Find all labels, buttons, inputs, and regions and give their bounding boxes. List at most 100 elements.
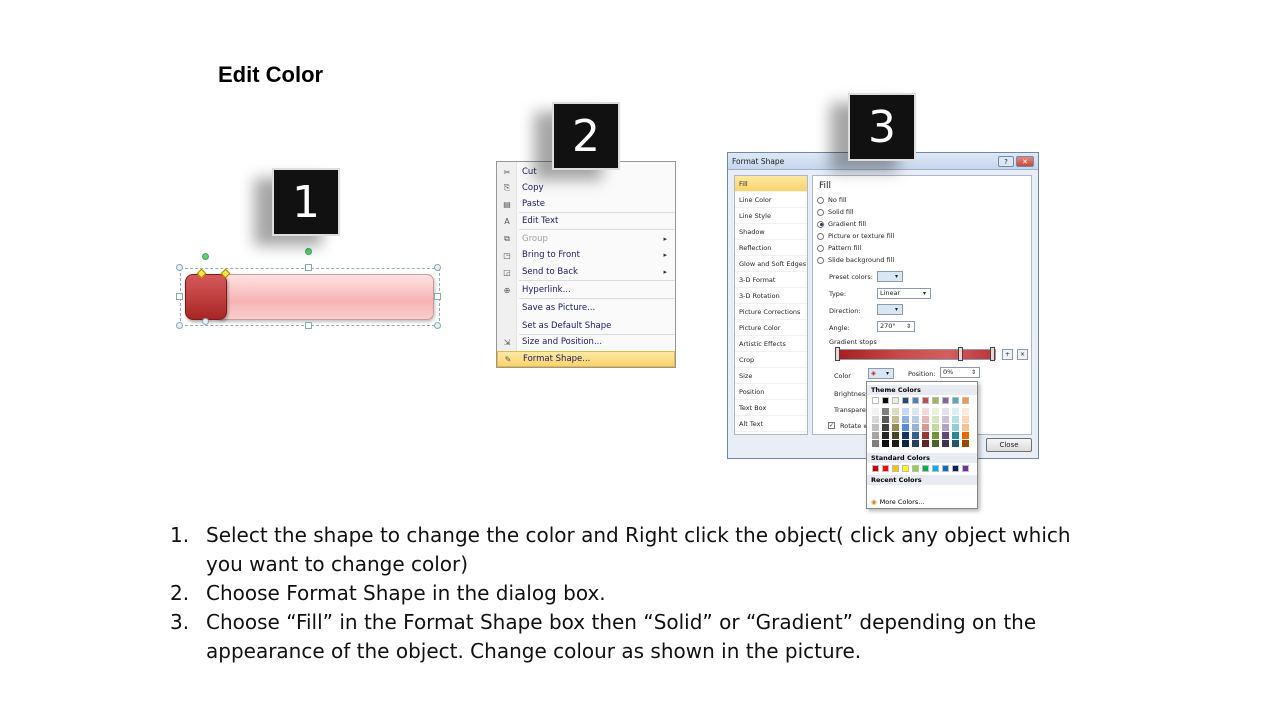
- preset-colors-dropdown[interactable]: ▾: [877, 271, 903, 282]
- add-stop-icon[interactable]: +: [1002, 349, 1013, 360]
- color-swatch[interactable]: [952, 424, 959, 431]
- color-swatch[interactable]: [932, 408, 939, 415]
- color-swatch[interactable]: [892, 440, 899, 447]
- color-swatch[interactable]: [962, 397, 969, 404]
- color-swatch[interactable]: [942, 465, 949, 472]
- color-swatch[interactable]: [882, 440, 889, 447]
- remove-stop-icon[interactable]: ×: [1017, 349, 1028, 360]
- color-swatch[interactable]: [902, 416, 909, 423]
- color-swatch[interactable]: [962, 408, 969, 415]
- radio-button-icon[interactable]: [817, 244, 824, 252]
- sidebar-item-position[interactable]: Position: [735, 384, 807, 400]
- color-swatch[interactable]: [872, 440, 879, 447]
- resize-handle[interactable]: [176, 293, 183, 300]
- gradient-bar[interactable]: [836, 349, 996, 360]
- color-swatch[interactable]: [952, 440, 959, 447]
- sidebar-item-line-style[interactable]: Line Style: [735, 208, 807, 224]
- sidebar-item-shadow[interactable]: Shadow: [735, 224, 807, 240]
- sidebar-item-picture-color[interactable]: Picture Color: [735, 320, 807, 336]
- resize-handle[interactable]: [434, 322, 441, 329]
- color-swatch[interactable]: [892, 432, 899, 439]
- radio-pattern-fill[interactable]: Pattern fill: [817, 244, 861, 252]
- color-swatch[interactable]: [952, 432, 959, 439]
- color-swatch[interactable]: [892, 416, 899, 423]
- color-swatch[interactable]: [932, 440, 939, 447]
- color-swatch[interactable]: [912, 432, 919, 439]
- color-swatch[interactable]: [922, 465, 929, 472]
- menu-item-size-and-position[interactable]: ⇲ Size and Position...: [497, 334, 675, 350]
- color-swatch[interactable]: [922, 424, 929, 431]
- red-square-shape[interactable]: [185, 274, 227, 320]
- color-swatch[interactable]: [912, 424, 919, 431]
- resize-handle[interactable]: [434, 293, 441, 300]
- color-swatch[interactable]: [922, 432, 929, 439]
- menu-item-send-to-back[interactable]: ◲ Send to Back ▸: [497, 264, 675, 280]
- color-swatch[interactable]: [952, 408, 959, 415]
- color-swatch[interactable]: [932, 432, 939, 439]
- color-swatch[interactable]: [942, 397, 949, 404]
- color-swatch[interactable]: [932, 397, 939, 404]
- sidebar-item-reflection[interactable]: Reflection: [735, 240, 807, 256]
- color-swatch[interactable]: [932, 416, 939, 423]
- color-swatch[interactable]: [872, 416, 879, 423]
- color-swatch[interactable]: [912, 397, 919, 404]
- color-swatch[interactable]: [872, 432, 879, 439]
- resize-handle[interactable]: [305, 264, 312, 271]
- resize-handle[interactable]: [176, 264, 183, 271]
- close-x-button[interactable]: ✕: [1016, 156, 1034, 167]
- menu-item-paste[interactable]: ▤ Paste: [497, 196, 675, 212]
- radio-button-icon[interactable]: [817, 220, 824, 228]
- menu-item-set-as-default-shape[interactable]: Set as Default Shape: [497, 318, 675, 334]
- radio-no-fill[interactable]: No fill: [817, 196, 847, 204]
- spinner-icon[interactable]: ⇕: [969, 369, 978, 376]
- rotation-handle[interactable]: [305, 248, 312, 255]
- color-swatch[interactable]: [882, 397, 889, 404]
- color-swatch[interactable]: [942, 416, 949, 423]
- gradient-stop-0[interactable]: [835, 347, 840, 361]
- radio-solid-fill[interactable]: Solid fill: [817, 208, 854, 216]
- color-swatch[interactable]: [952, 465, 959, 472]
- color-swatch[interactable]: [942, 408, 949, 415]
- radio-button-icon[interactable]: [817, 232, 824, 240]
- direction-dropdown[interactable]: ▾: [877, 304, 903, 315]
- color-swatch[interactable]: [902, 440, 909, 447]
- color-swatch[interactable]: [932, 465, 939, 472]
- menu-item-bring-to-front[interactable]: ◳ Bring to Front ▸: [497, 247, 675, 263]
- color-swatch[interactable]: [912, 416, 919, 423]
- resize-handle[interactable]: [305, 322, 312, 329]
- color-swatch[interactable]: [952, 416, 959, 423]
- color-swatch[interactable]: [962, 440, 969, 447]
- radio-button-icon[interactable]: [817, 208, 824, 216]
- color-swatch[interactable]: [912, 408, 919, 415]
- color-swatch[interactable]: [902, 432, 909, 439]
- color-swatch[interactable]: [962, 424, 969, 431]
- rotation-handle[interactable]: [202, 253, 209, 260]
- color-swatch[interactable]: [882, 432, 889, 439]
- color-swatch[interactable]: [902, 397, 909, 404]
- color-swatch[interactable]: [952, 397, 959, 404]
- menu-item-hyperlink[interactable]: ⊕ Hyperlink...: [497, 282, 675, 298]
- radio-picture-or-texture-fill[interactable]: Picture or texture fill: [817, 232, 894, 240]
- sidebar-item-3-d-format[interactable]: 3-D Format: [735, 272, 807, 288]
- resize-handle[interactable]: [434, 264, 441, 271]
- help-button[interactable]: ?: [998, 156, 1014, 167]
- resize-handle[interactable]: [176, 322, 183, 329]
- color-swatch[interactable]: [892, 397, 899, 404]
- color-swatch[interactable]: [892, 424, 899, 431]
- close-button[interactable]: Close: [986, 438, 1032, 452]
- color-swatch[interactable]: [942, 424, 949, 431]
- color-dropdown[interactable]: ◈ ▾: [868, 368, 894, 379]
- color-swatch[interactable]: [962, 432, 969, 439]
- sidebar-item-size[interactable]: Size: [735, 368, 807, 384]
- color-swatch[interactable]: [902, 424, 909, 431]
- color-swatch[interactable]: [902, 465, 909, 472]
- rotate-with-shape-checkbox[interactable]: ✓: [828, 422, 835, 429]
- color-swatch[interactable]: [882, 424, 889, 431]
- color-swatch[interactable]: [922, 416, 929, 423]
- position-field[interactable]: 0% ⇕: [940, 367, 980, 378]
- color-swatch[interactable]: [942, 440, 949, 447]
- color-swatch[interactable]: [962, 416, 969, 423]
- color-swatch[interactable]: [892, 465, 899, 472]
- menu-item-save-as-picture[interactable]: Save as Picture...: [497, 300, 675, 316]
- color-swatch[interactable]: [892, 408, 899, 415]
